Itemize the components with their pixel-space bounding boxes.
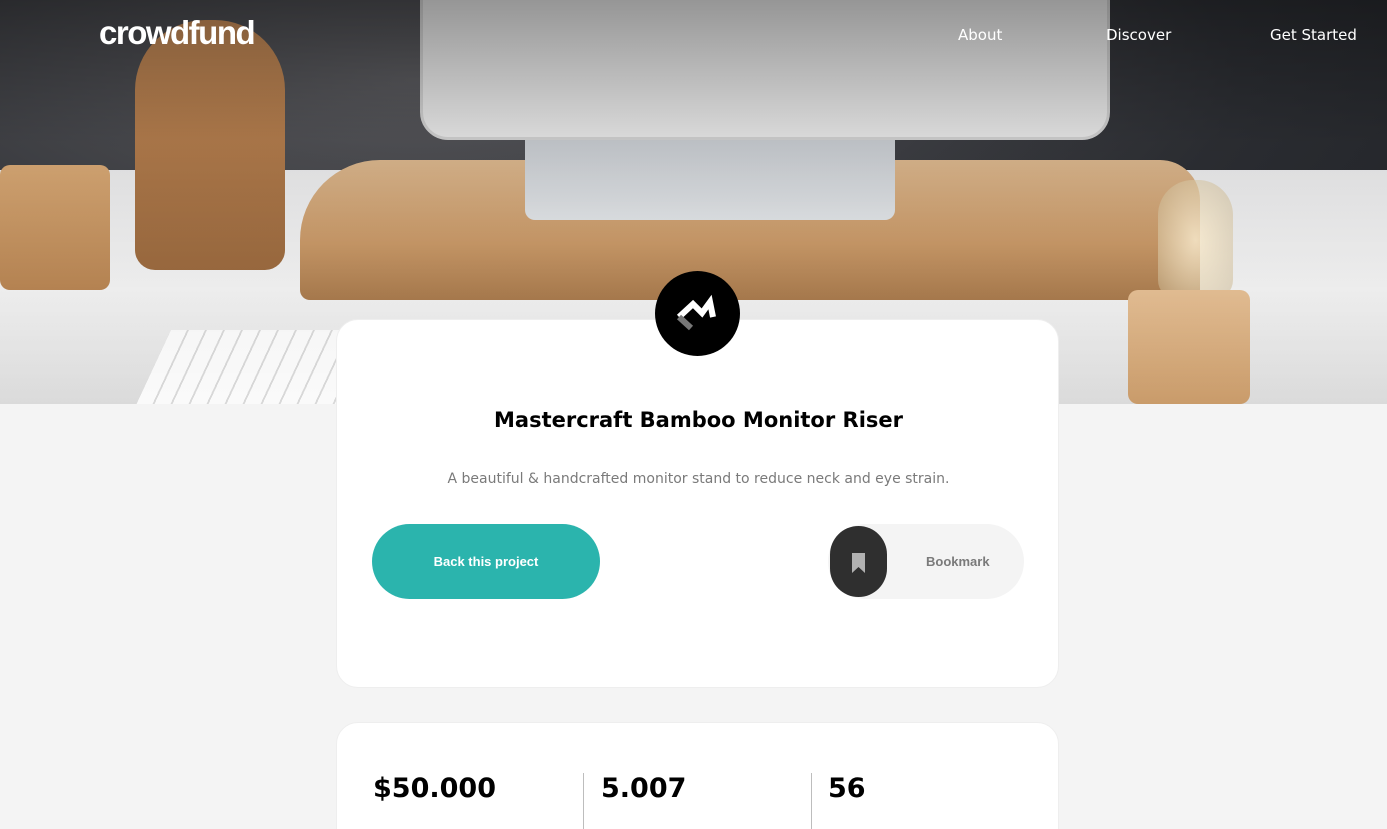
bookmark-icon-svg (852, 553, 865, 573)
bookmark-label: Bookmark (926, 554, 990, 569)
bookmark-button[interactable]: Bookmark (828, 524, 1024, 599)
stat-backed-amount: $50.000 (373, 773, 496, 804)
stat-days-left: 56 (828, 773, 866, 804)
project-description: A beautiful & handcrafted monitor stand … (447, 471, 950, 487)
stat-divider (583, 773, 584, 829)
project-card: Mastercraft Bamboo Monitor Riser A beaut… (336, 319, 1059, 688)
mastercraft-logo-svg (676, 294, 716, 331)
back-project-button[interactable]: Back this project (372, 524, 600, 599)
nav-get-started[interactable]: Get Started (1270, 26, 1357, 44)
bookmark-icon (830, 526, 887, 597)
nav-about[interactable]: About (958, 26, 1002, 44)
stat-divider (811, 773, 812, 829)
mastercraft-logo-icon (655, 271, 740, 356)
stats-card: $50.000 5.007 56 (336, 722, 1059, 829)
nav-discover[interactable]: Discover (1106, 26, 1171, 44)
crowdfund-logo[interactable]: crowdfund (99, 14, 256, 52)
stat-total-backers: 5.007 (601, 773, 687, 804)
project-title: Mastercraft Bamboo Monitor Riser (494, 408, 903, 432)
